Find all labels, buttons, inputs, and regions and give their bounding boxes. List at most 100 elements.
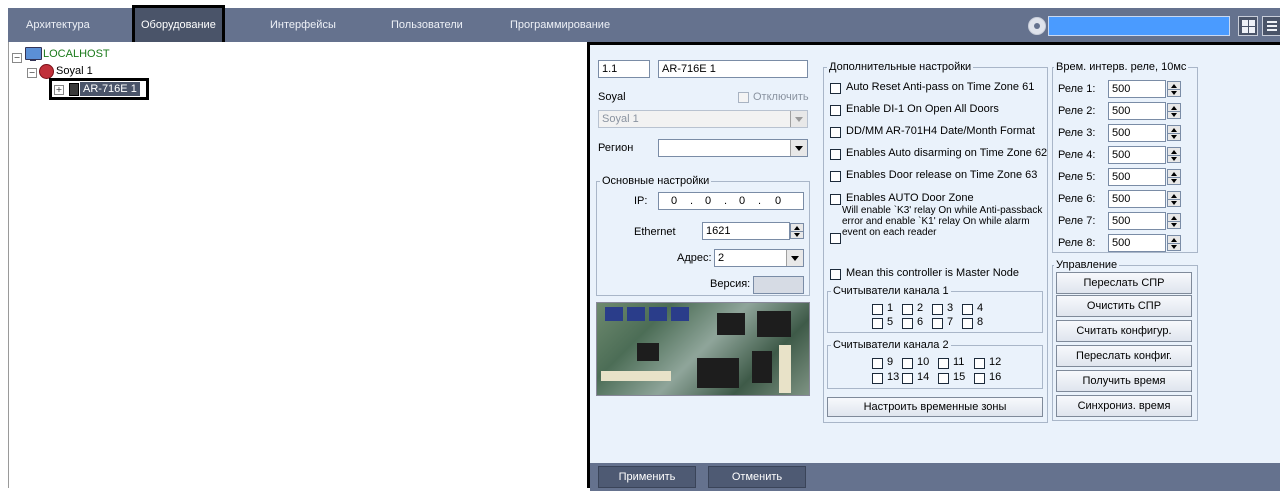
option-checkbox-7[interactable] [830, 233, 841, 244]
settings-icon[interactable] [1028, 17, 1046, 35]
option-checkbox-2[interactable] [830, 105, 841, 116]
menu-icon[interactable] [1262, 16, 1280, 36]
expand-ar716e-icon[interactable]: + [54, 85, 64, 95]
option-checkbox-8[interactable] [830, 269, 841, 280]
parent-select[interactable]: Soyal 1 [598, 110, 808, 128]
reader-6-checkbox[interactable] [902, 318, 913, 329]
reader-12-checkbox[interactable] [974, 358, 985, 369]
option-label-7: Will enable `K3' relay On while Anti-pas… [842, 205, 1043, 238]
apply-button[interactable]: Применить [598, 466, 696, 488]
ip-label: IP: [634, 195, 648, 207]
relay-7-input[interactable]: 500 [1108, 212, 1166, 230]
relay-1-spinner[interactable] [1167, 81, 1181, 97]
reader-14-label: 14 [917, 371, 930, 383]
relay-2-spinner[interactable] [1167, 103, 1181, 119]
option-label-2: Enable DI-1 On Open All Doors [846, 103, 999, 115]
option-label-1: Auto Reset Anti-pass on Time Zone 61 [846, 81, 1035, 93]
configure-timezones-button[interactable]: Настроить временные зоны [827, 397, 1043, 417]
tab-programming[interactable]: Программирование [510, 8, 610, 42]
relay-5-label: Реле 5: [1058, 171, 1096, 183]
chevron-down-icon [786, 250, 803, 266]
equipment-tree: − LOCALHOST − Soyal 1 + AR-716E 1 [8, 42, 589, 488]
collapse-localhost-icon[interactable]: − [12, 53, 22, 63]
send-spr-button[interactable]: Переслать СПР [1056, 272, 1192, 294]
clear-spr-button[interactable]: Очистить СПР [1056, 295, 1192, 317]
get-time-button[interactable]: Получить время [1056, 370, 1192, 392]
device-number-field[interactable]: 1.1 [598, 60, 650, 78]
collapse-soyal-icon[interactable]: − [27, 68, 37, 78]
reader-5-checkbox[interactable] [872, 318, 883, 329]
ip-input[interactable]: 0 . 0 . 0 . 0 [658, 192, 804, 210]
option-checkbox-5[interactable] [830, 171, 841, 182]
tab-interfaces[interactable]: Интерфейсы [270, 8, 336, 42]
tree-item-ar716e[interactable]: + AR-716E 1 [49, 78, 149, 100]
option-checkbox-3[interactable] [830, 127, 841, 138]
tab-equipment[interactable]: Оборудование [132, 5, 225, 45]
readers-channel-2-group [827, 345, 1043, 389]
relay-6-input[interactable]: 500 [1108, 190, 1166, 208]
relay-6-spinner[interactable] [1167, 191, 1181, 207]
relay-5-spinner[interactable] [1167, 169, 1181, 185]
relay-4-input[interactable]: 500 [1108, 146, 1166, 164]
disable-label: Отключить [753, 91, 809, 103]
relay-5-input[interactable]: 500 [1108, 168, 1166, 186]
send-config-button[interactable]: Переслать конфиг. [1056, 345, 1192, 367]
relay-8-input[interactable]: 500 [1108, 234, 1166, 252]
read-config-button[interactable]: Считать конфигур. [1056, 320, 1192, 342]
controller-icon [69, 83, 79, 96]
cancel-button[interactable]: Отменить [708, 466, 806, 488]
reader-7-label: 7 [947, 316, 954, 328]
relay-1-input[interactable]: 500 [1108, 80, 1166, 98]
ethernet-port-spinner[interactable] [790, 223, 804, 239]
reader-11-checkbox[interactable] [938, 358, 949, 369]
relay-7-spinner[interactable] [1167, 213, 1181, 229]
reader-3-checkbox[interactable] [932, 304, 943, 315]
search-input[interactable] [1048, 16, 1230, 36]
relay-3-input[interactable]: 500 [1108, 124, 1166, 142]
option-label-5: Enables Door release on Time Zone 63 [846, 169, 1038, 181]
reader-15-checkbox[interactable] [938, 373, 949, 384]
reader-8-checkbox[interactable] [962, 318, 973, 329]
tree-item-ar716e-label: AR-716E 1 [80, 82, 140, 96]
reader-1-checkbox[interactable] [872, 304, 883, 315]
reader-16-checkbox[interactable] [974, 373, 985, 384]
sync-time-button[interactable]: Синхрониз. время [1056, 395, 1192, 417]
disable-checkbox[interactable] [738, 92, 749, 103]
reader-10-checkbox[interactable] [902, 358, 913, 369]
reader-4-label: 4 [977, 302, 984, 314]
chevron-down-icon [790, 111, 807, 127]
reader-5-label: 5 [887, 316, 894, 328]
reader-7-checkbox[interactable] [932, 318, 943, 329]
relay-6-label: Реле 6: [1058, 193, 1096, 205]
footer-bar: Применить Отменить [590, 463, 1280, 491]
address-select[interactable]: 2 [714, 249, 804, 267]
reader-13-checkbox[interactable] [872, 373, 883, 384]
relay-3-spinner[interactable] [1167, 125, 1181, 141]
controller-board-image [596, 302, 810, 396]
ethernet-port-input[interactable]: 1621 [702, 222, 790, 240]
device-name-field[interactable]: AR-716E 1 [658, 60, 808, 78]
address-label: Адрес: [677, 252, 712, 264]
option-checkbox-6[interactable] [830, 194, 841, 205]
option-checkbox-4[interactable] [830, 149, 841, 160]
grid-view-icon[interactable] [1238, 16, 1258, 36]
reader-6-label: 6 [917, 316, 924, 328]
parent-label: Soyal [598, 91, 626, 103]
reader-14-checkbox[interactable] [902, 373, 913, 384]
tree-item-soyal[interactable]: Soyal 1 [56, 64, 93, 78]
relay-4-spinner[interactable] [1167, 147, 1181, 163]
tab-users[interactable]: Пользователи [391, 8, 463, 42]
relay-2-input[interactable]: 500 [1108, 102, 1166, 120]
tree-item-localhost[interactable]: LOCALHOST [43, 47, 110, 61]
relay-8-spinner[interactable] [1167, 235, 1181, 251]
option-checkbox-1[interactable] [830, 83, 841, 94]
reader-9-label: 9 [887, 356, 894, 368]
region-select[interactable] [658, 139, 808, 157]
reader-9-checkbox[interactable] [872, 358, 883, 369]
reader-3-label: 3 [947, 302, 954, 314]
reader-4-checkbox[interactable] [962, 304, 973, 315]
tab-architecture[interactable]: Архитектура [26, 8, 90, 42]
relay-7-label: Реле 7: [1058, 215, 1096, 227]
reader-2-checkbox[interactable] [902, 304, 913, 315]
relay-4-label: Реле 4: [1058, 149, 1096, 161]
